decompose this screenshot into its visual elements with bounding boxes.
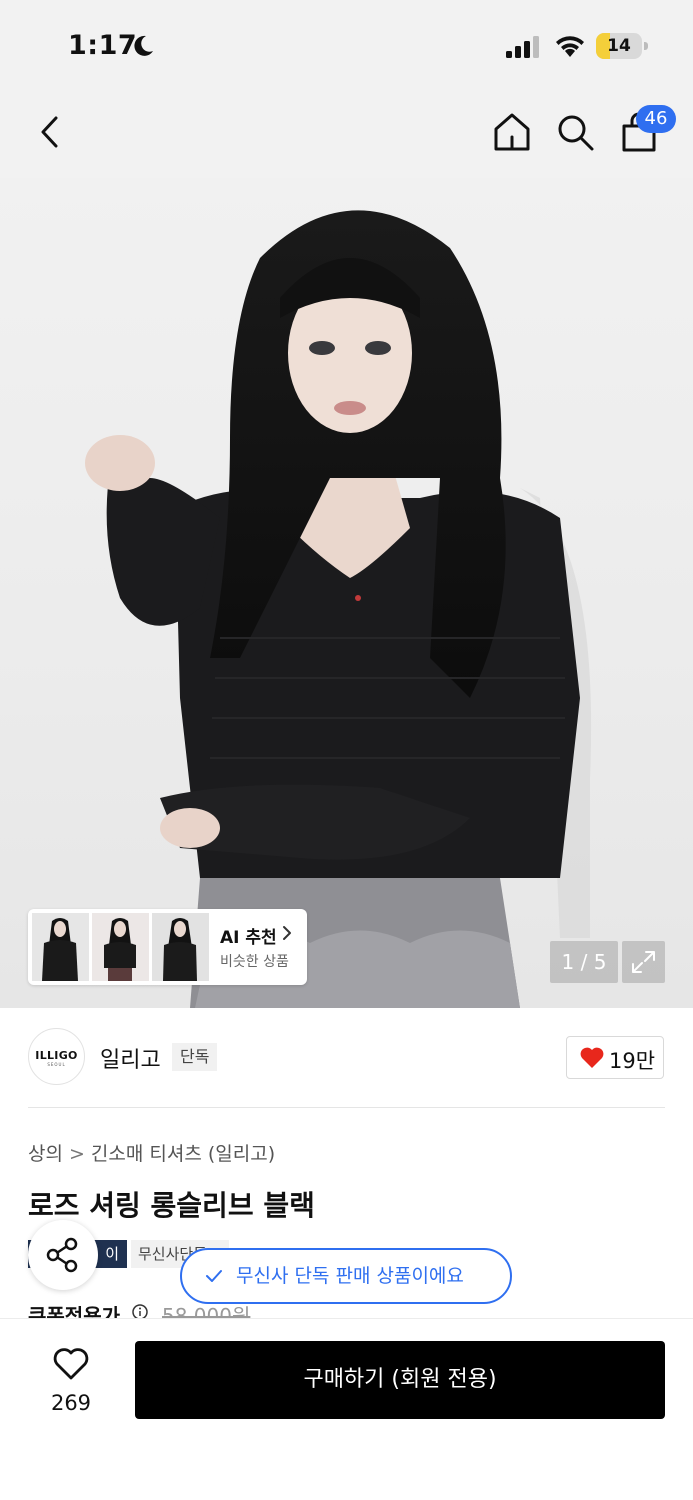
status-bar: 1:17 14: [0, 0, 693, 92]
battery-body: 14: [596, 33, 642, 59]
wishlist-count: 269: [50, 1391, 92, 1415]
ai-recommendation-card[interactable]: AI 추천 비슷한 상품: [28, 909, 307, 985]
heart-outline-icon: [53, 1348, 89, 1380]
share-button[interactable]: [28, 1220, 98, 1290]
exclusive-notice-toast: 무신사 단독 판매 상품이에요: [180, 1248, 512, 1304]
top-nav-bar: 46: [0, 92, 693, 178]
divider: [28, 1107, 665, 1108]
ai-thumbnail: [92, 913, 149, 981]
exclusive-notice-text: 무신사 단독 판매 상품이에요: [236, 1265, 464, 1287]
brand-like-count: 19만: [609, 1049, 656, 1073]
brand-name[interactable]: 일리고: [100, 1042, 161, 1074]
moon-icon: [134, 35, 153, 56]
battery-icon: 14: [596, 33, 648, 59]
bottom-action-bar: 269 구매하기 (회원 전용): [0, 1318, 693, 1500]
original-price: 58,000원: [162, 1304, 251, 1318]
search-icon[interactable]: [553, 110, 597, 154]
back-chevron-icon[interactable]: [30, 110, 74, 154]
heart-filled-icon: [580, 1047, 604, 1068]
cart-count-badge: 46: [636, 105, 676, 133]
product-title: 로즈 셔링 롱슬리브 블랙: [28, 1189, 315, 1222]
product-image-gallery[interactable]: AI 추천 비슷한 상품 1 / 5: [0, 178, 693, 1008]
ai-recommend-title: AI 추천: [220, 928, 277, 948]
ai-recommend-subtitle: 비슷한 상품: [220, 954, 289, 970]
status-time: 1:17: [68, 30, 138, 61]
coupon-price-label: 쿠폰적용가: [28, 1304, 120, 1318]
ai-thumbnail: [32, 913, 89, 981]
exclusive-tag: 단독: [172, 1043, 218, 1071]
wishlist-button[interactable]: 269: [28, 1341, 114, 1431]
signal-icon: [506, 36, 539, 58]
brand-logo-subtext: SEOUL: [47, 1062, 66, 1067]
home-icon[interactable]: [490, 110, 534, 154]
image-counter: 1 / 5: [550, 941, 618, 983]
price-row: 쿠폰적용가 58,000원: [28, 1300, 668, 1318]
ai-thumbnail: [152, 913, 209, 981]
wifi-icon: [556, 36, 584, 57]
check-icon: [206, 1270, 222, 1282]
info-icon[interactable]: [132, 1304, 148, 1318]
chevron-right-icon: [283, 926, 291, 940]
battery-cap: [644, 42, 648, 50]
breadcrumb-subcategory[interactable]: 긴소매 티셔츠 (일리고): [91, 1139, 275, 1166]
battery-percent: 14: [607, 36, 631, 56]
expand-icon: [632, 951, 655, 973]
brand-like-button[interactable]: 19만: [566, 1036, 664, 1079]
brand-logo-text: ILLIGO: [35, 1049, 78, 1062]
expand-button[interactable]: [622, 941, 665, 983]
brand-logo[interactable]: ILLIGO SEOUL: [28, 1028, 85, 1085]
breadcrumb-separator: >: [68, 1143, 85, 1165]
share-icon: [46, 1237, 78, 1273]
breadcrumb-category[interactable]: 상의: [28, 1139, 63, 1166]
breadcrumb: 상의 > 긴소매 티셔츠 (일리고): [28, 1139, 275, 1166]
product-photo: [85, 210, 592, 1008]
buy-button[interactable]: 구매하기 (회원 전용): [135, 1341, 665, 1419]
